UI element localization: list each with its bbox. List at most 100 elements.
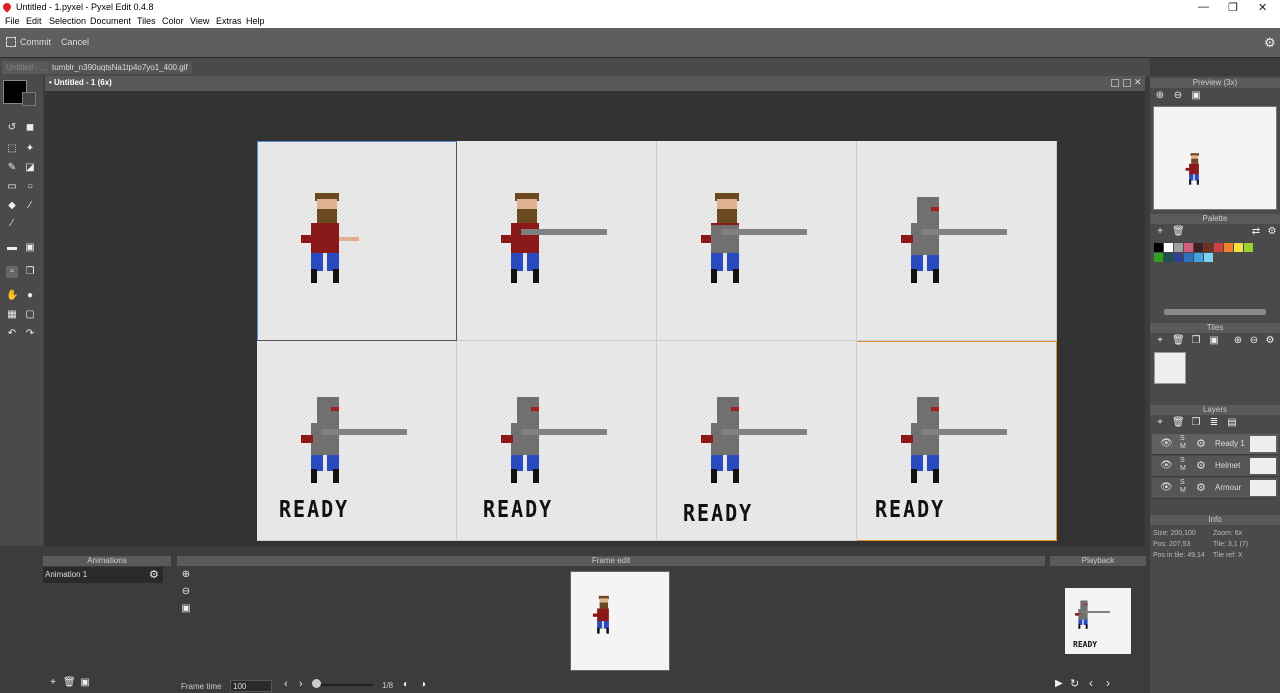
duplicate-layer-icon[interactable]: ❐	[1190, 417, 1202, 429]
palette-swatch[interactable]	[1224, 243, 1233, 252]
tile-edit-icon[interactable]: ▣	[1208, 335, 1220, 347]
cancel-button[interactable]: Cancel	[61, 37, 89, 47]
delete-animation-icon[interactable]: 🗑	[63, 677, 76, 689]
palette-swatch[interactable]	[1174, 253, 1183, 262]
frame-slider-handle[interactable]	[312, 679, 321, 688]
undo-icon[interactable]: ↶	[6, 328, 18, 340]
grid-icon[interactable]: ▦	[6, 309, 18, 321]
frame-edit-canvas[interactable]	[570, 571, 670, 671]
tile-settings-icon[interactable]: ⚙	[1264, 335, 1276, 347]
tab-untitled[interactable]: Untitled - ...	[2, 61, 51, 74]
palette-swatches[interactable]	[1154, 243, 1274, 263]
palette-swatch[interactable]	[1174, 243, 1183, 252]
palette-swatch[interactable]	[1154, 243, 1163, 252]
palette-swatch[interactable]	[1194, 243, 1203, 252]
close-button[interactable]: ✕	[1258, 1, 1267, 14]
menu-color[interactable]: Color	[162, 16, 184, 26]
eye-icon[interactable]: 👁	[1160, 460, 1173, 471]
redo-icon[interactable]: ↷	[24, 328, 36, 340]
frame-view-icon[interactable]: ▣	[1190, 90, 1202, 102]
palette-swatch[interactable]	[1154, 253, 1163, 262]
layer-row[interactable]: 👁 SM ⚙ Helmet	[1152, 456, 1278, 477]
menu-selection[interactable]: Selection	[49, 16, 86, 26]
minimize-button[interactable]: —	[1198, 1, 1209, 13]
hand-icon[interactable]: ✋	[6, 290, 18, 302]
layer-settings-icon[interactable]: ⚙	[1196, 437, 1206, 450]
layer-row[interactable]: 👁 SM ⚙ Ready 1	[1152, 434, 1278, 455]
palette-settings-icon[interactable]: ⚙	[1266, 226, 1278, 238]
delete-color-icon[interactable]: 🗑	[1172, 226, 1185, 238]
delete-layer-icon[interactable]: 🗑	[1172, 417, 1185, 429]
copy-tool-icon[interactable]: ❐	[24, 266, 36, 278]
add-color-icon[interactable]: +	[1154, 226, 1166, 238]
gear-icon[interactable]: ⚙	[1264, 35, 1276, 51]
zoom-in-icon[interactable]: ⊕	[1154, 90, 1166, 102]
merge-layer-icon[interactable]: ≣	[1208, 417, 1220, 429]
layer-row[interactable]: 👁 SM ⚙ Armour	[1152, 478, 1278, 499]
solo-mute-toggle[interactable]: SM	[1180, 457, 1186, 473]
frame-zoom-out-icon[interactable]: ⊖	[180, 586, 192, 598]
doc-minimize-button[interactable]	[1111, 79, 1119, 87]
tab-gif[interactable]: tumblr_n390uqtsNa1tp4o7yo1_400.gif	[48, 61, 192, 74]
reset-colors-icon[interactable]: ◼	[24, 122, 36, 134]
tile-zoom-in-icon[interactable]: ⊕	[1232, 335, 1244, 347]
palette-swatch[interactable]	[1204, 243, 1213, 252]
onion-prev-icon[interactable]: ◐	[403, 679, 409, 690]
palette-swatch[interactable]	[1244, 243, 1253, 252]
magic-wand-icon[interactable]: ✦	[24, 143, 36, 155]
solo-mute-toggle[interactable]: SM	[1180, 479, 1186, 495]
menu-extras[interactable]: Extras	[216, 16, 242, 26]
move-tool-icon[interactable]: ▫	[6, 266, 18, 278]
next-frame-icon[interactable]: ›	[299, 678, 303, 690]
fill-icon[interactable]: ◆	[6, 200, 18, 212]
menu-view[interactable]: View	[190, 16, 209, 26]
tile-zoom-out-icon[interactable]: ⊖	[1248, 335, 1260, 347]
pencil-icon[interactable]: ✎	[6, 162, 18, 174]
layer-settings-icon[interactable]: ⚙	[1196, 459, 1206, 472]
copy-tile-icon[interactable]: ❐	[1190, 335, 1202, 347]
palette-swatch[interactable]	[1214, 243, 1223, 252]
swap-colors-icon[interactable]: ↺	[6, 122, 18, 134]
ellipse-icon[interactable]: ○	[24, 181, 36, 193]
palette-swatch[interactable]	[1184, 243, 1193, 252]
play-icon[interactable]: ▶	[1055, 678, 1063, 689]
menu-help[interactable]: Help	[246, 16, 265, 26]
palette-swatch[interactable]	[1164, 243, 1173, 252]
tile-thumbnail[interactable]	[1154, 352, 1186, 384]
delete-tile-icon[interactable]: 🗑	[1172, 335, 1185, 347]
animation-settings-icon[interactable]: ⚙	[149, 568, 159, 581]
solo-mute-toggle[interactable]: SM	[1180, 435, 1186, 451]
zoom-icon[interactable]: ●	[24, 290, 36, 302]
select-rect-icon[interactable]: ⬚	[6, 143, 18, 155]
menu-tiles[interactable]: Tiles	[137, 16, 156, 26]
loop-icon[interactable]: ↻	[1070, 677, 1079, 690]
palette-swap-icon[interactable]: ⇄	[1250, 226, 1262, 238]
eye-icon[interactable]: 👁	[1160, 482, 1173, 493]
eyedropper-icon[interactable]: ⁄	[6, 218, 18, 230]
palette-swatch[interactable]	[1164, 253, 1173, 262]
commit-button[interactable]: Commit	[20, 37, 51, 47]
add-layer-icon[interactable]: +	[1154, 417, 1166, 429]
add-animation-icon[interactable]: +	[47, 677, 59, 689]
canvas-area[interactable]: READY READY READY READY	[45, 91, 1145, 546]
playback-prev-icon[interactable]: ‹	[1089, 676, 1093, 690]
menu-file[interactable]: File	[5, 16, 20, 26]
onion-next-icon[interactable]: ◑	[420, 679, 426, 690]
layer-settings-icon[interactable]: ⚙	[1196, 481, 1206, 494]
tile-tool-icon[interactable]: ▬	[6, 242, 18, 254]
rectangle-icon[interactable]: ▭	[6, 181, 18, 193]
layer-order-icon[interactable]: ▤	[1226, 417, 1238, 429]
palette-scrollbar[interactable]	[1164, 309, 1266, 315]
menu-document[interactable]: Document	[90, 16, 131, 26]
frame-icon[interactable]: ▢	[24, 309, 36, 321]
brush-icon[interactable]: ∕	[24, 200, 36, 212]
prev-frame-icon[interactable]: ‹	[284, 678, 288, 690]
palette-swatch[interactable]	[1234, 243, 1243, 252]
eraser-icon[interactable]: ◪	[24, 162, 36, 174]
animation-frame-icon[interactable]: ▣	[79, 677, 91, 689]
frame-time-input[interactable]	[230, 680, 272, 692]
doc-close-button[interactable]: ✕	[1134, 77, 1142, 88]
animation-item[interactable]: Animation 1	[43, 567, 163, 583]
frame-slider[interactable]	[313, 684, 373, 686]
playback-next-icon[interactable]: ›	[1106, 676, 1110, 690]
